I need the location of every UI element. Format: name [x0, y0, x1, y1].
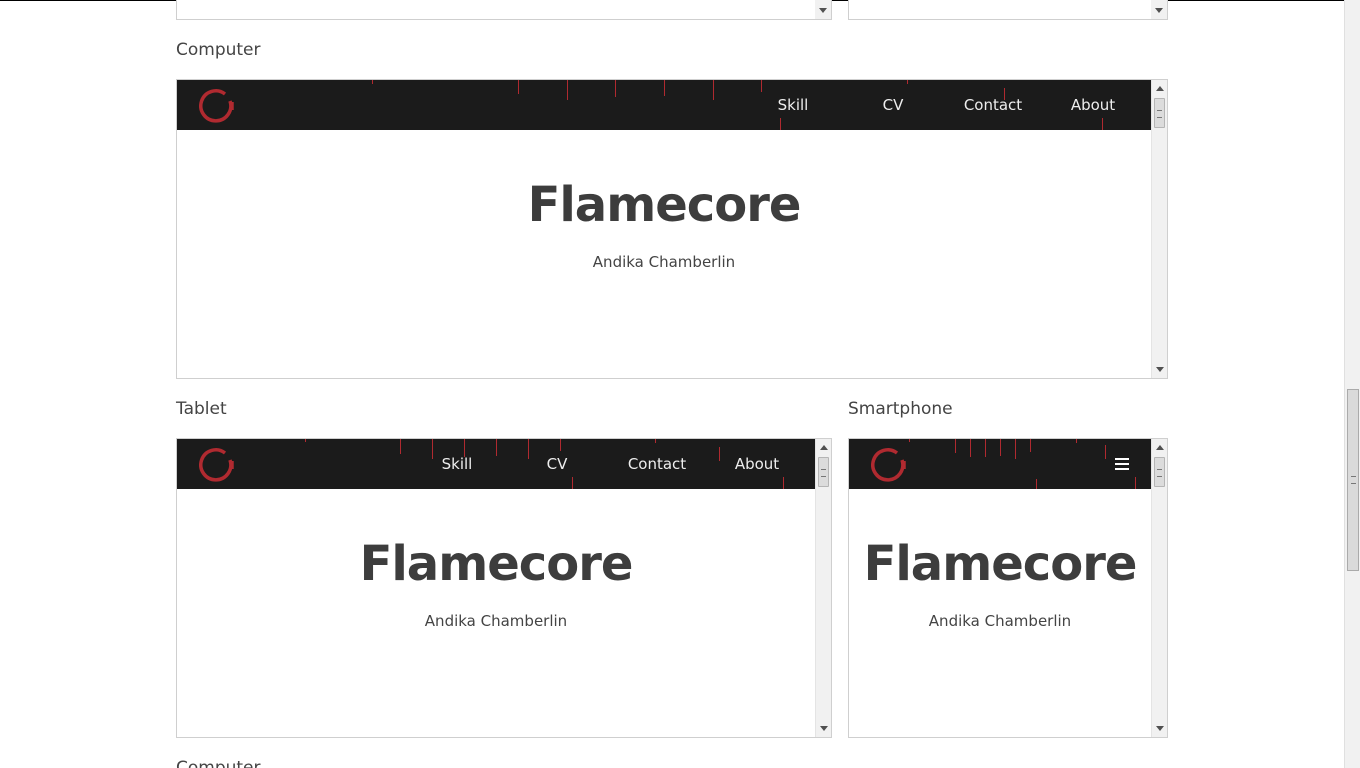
nav-link-contact[interactable]: Contact — [607, 455, 707, 473]
computer-preview-frame[interactable]: Skill CV Contact About Flamecore Andika … — [176, 79, 1168, 379]
scroll-thumb[interactable] — [1154, 98, 1165, 128]
scroll-down-arrow-icon[interactable] — [819, 8, 827, 13]
decor-tick — [305, 439, 306, 442]
scroll-up-arrow-icon[interactable] — [1156, 86, 1164, 91]
page-scroll-thumb[interactable] — [1347, 389, 1359, 571]
decor-tick — [1015, 439, 1016, 459]
power-ring-icon[interactable] — [871, 446, 907, 482]
site-navbar — [849, 439, 1151, 489]
scroll-thumb[interactable] — [1154, 457, 1165, 487]
site-navbar: Skill CV Contact About — [177, 80, 1151, 130]
nav-link-contact[interactable]: Contact — [943, 96, 1043, 114]
hero-subtitle: Andika Chamberlin — [592, 253, 736, 271]
hero-title: Flamecore — [527, 177, 802, 233]
nav-link-cv[interactable]: CV — [843, 96, 943, 114]
scroll-down-arrow-icon[interactable] — [820, 726, 828, 731]
hero-subtitle: Andika Chamberlin — [424, 612, 568, 630]
page: { "sections": { "computer_label": "Compu… — [0, 0, 1360, 768]
nav-link-skill[interactable]: Skill — [743, 96, 843, 114]
decor-tick — [400, 439, 401, 454]
decor-tick — [1076, 439, 1077, 443]
power-ring-icon[interactable] — [199, 446, 235, 482]
section-label-computer: Computer — [176, 40, 261, 60]
smartphone-preview-frame[interactable]: Flamecore Andika Chamberlin — [848, 438, 1168, 738]
previous-frame-right — [848, 0, 1168, 20]
scroll-up-arrow-icon[interactable] — [820, 445, 828, 450]
nav-links: Skill CV Contact About — [743, 80, 1151, 130]
decor-tick — [1135, 477, 1136, 489]
section-label-smartphone: Smartphone — [848, 399, 953, 419]
decor-tick — [970, 439, 971, 457]
decor-tick — [518, 80, 519, 94]
decor-tick — [1030, 439, 1031, 452]
decor-tick — [664, 80, 665, 96]
site-navbar: Skill CV Contact About — [177, 439, 815, 489]
scroll-down-arrow-icon[interactable] — [1156, 367, 1164, 372]
nav-link-about[interactable]: About — [707, 455, 807, 473]
power-ring-icon[interactable] — [199, 87, 235, 123]
inner-scrollbar[interactable] — [1151, 80, 1167, 378]
previous-frame-left — [176, 0, 832, 20]
hero-title: Flamecore — [359, 536, 634, 592]
nav-link-about[interactable]: About — [1043, 96, 1143, 114]
scroll-thumb[interactable] — [818, 457, 829, 487]
decor-tick — [1036, 479, 1037, 489]
scroll-down-arrow-icon[interactable] — [1155, 8, 1163, 13]
inner-scrollbar[interactable] — [815, 439, 831, 737]
decor-tick — [985, 439, 986, 457]
preview-viewport: Skill CV Contact About Flamecore Andika … — [177, 439, 815, 737]
decor-tick — [909, 439, 910, 442]
decor-tick — [1000, 439, 1001, 456]
decor-tick — [615, 80, 616, 97]
preview-viewport: Flamecore Andika Chamberlin — [849, 439, 1151, 737]
nav-link-skill[interactable]: Skill — [407, 455, 507, 473]
hero-subtitle: Andika Chamberlin — [928, 612, 1072, 630]
decor-tick — [955, 439, 956, 453]
preview-viewport: Skill CV Contact About Flamecore Andika … — [177, 80, 1151, 378]
inner-scrollbar[interactable] — [815, 0, 831, 19]
tablet-preview-frame[interactable]: Skill CV Contact About Flamecore Andika … — [176, 438, 832, 738]
scroll-down-arrow-icon[interactable] — [1156, 726, 1164, 731]
page-scrollbar[interactable] — [1344, 0, 1360, 768]
inner-scrollbar[interactable] — [1151, 439, 1167, 737]
decor-tick — [567, 80, 568, 100]
decor-tick — [1105, 445, 1106, 459]
hamburger-menu-icon[interactable] — [1115, 458, 1129, 470]
scroll-up-arrow-icon[interactable] — [1156, 445, 1164, 450]
inner-scrollbar[interactable] — [1151, 0, 1167, 19]
decor-tick — [372, 80, 373, 84]
decor-tick — [713, 80, 714, 100]
section-label-tablet: Tablet — [176, 399, 227, 419]
hero-title: Flamecore — [863, 536, 1138, 592]
nav-link-cv[interactable]: CV — [507, 455, 607, 473]
nav-links: Skill CV Contact About — [407, 439, 815, 489]
section-label-computer-next: Computer — [176, 758, 261, 768]
